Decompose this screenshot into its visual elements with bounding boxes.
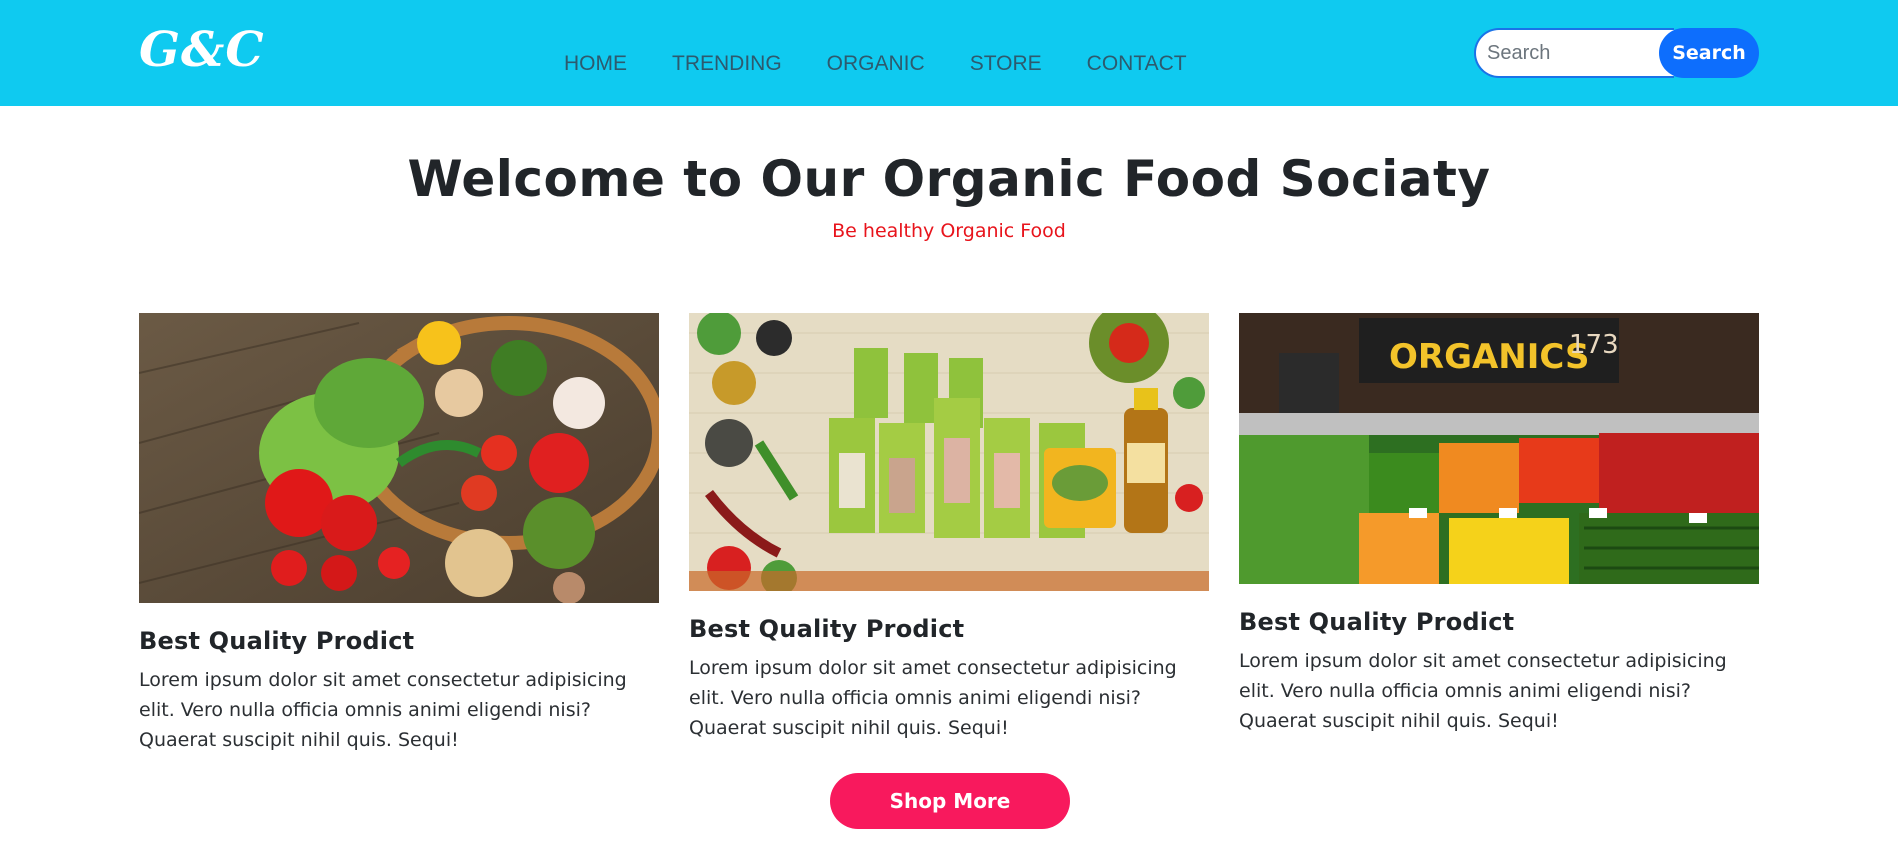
nav-link-contact[interactable]: CONTACT xyxy=(1087,52,1187,76)
brand-logo[interactable]: G&C xyxy=(139,22,265,78)
card-text: Lorem ipsum dolor sit amet consectetur a… xyxy=(139,669,627,751)
nav-link-trending[interactable]: TRENDING xyxy=(672,52,782,76)
grocery-produce-aisle-image: ORGANICS 173 xyxy=(1239,313,1759,584)
product-card: Best Quality Prodict Lorem ipsum dolor s… xyxy=(139,313,659,755)
search-input[interactable] xyxy=(1474,28,1674,78)
navbar: G&C HOME TRENDING ORGANIC STORE CONTACT … xyxy=(0,0,1898,106)
card-title: Best Quality Prodict xyxy=(1239,608,1515,636)
card-title: Best Quality Prodict xyxy=(139,627,415,655)
page-title: Welcome to Our Organic Food Sociaty xyxy=(407,150,1491,208)
store-sign-text: ORGANICS xyxy=(1389,337,1589,377)
search-form: Search xyxy=(1474,28,1759,78)
nav-link-organic[interactable]: ORGANIC xyxy=(827,52,925,76)
store-sign-count: 173 xyxy=(1569,330,1619,360)
nav-link-home[interactable]: HOME xyxy=(564,52,627,76)
card-title: Best Quality Prodict xyxy=(689,615,965,643)
packaged-organic-products-image xyxy=(689,313,1209,591)
vegetable-basket-image xyxy=(139,313,659,603)
product-card: Best Quality Prodict Lorem ipsum dolor s… xyxy=(689,313,1209,743)
card-text: Lorem ipsum dolor sit amet consectetur a… xyxy=(689,657,1177,739)
card-text: Lorem ipsum dolor sit amet consectetur a… xyxy=(1239,650,1727,732)
product-card: ORGANICS 173 Best Quality Prodict Lorem xyxy=(1239,313,1759,736)
nav-link-store[interactable]: STORE xyxy=(970,52,1042,76)
page-subtitle: Be healthy Organic Food xyxy=(832,220,1066,242)
shop-more-button[interactable]: Shop More xyxy=(830,773,1070,829)
search-button[interactable]: Search xyxy=(1659,28,1759,78)
nav-menu: HOME TRENDING ORGANIC STORE CONTACT xyxy=(564,52,1187,76)
